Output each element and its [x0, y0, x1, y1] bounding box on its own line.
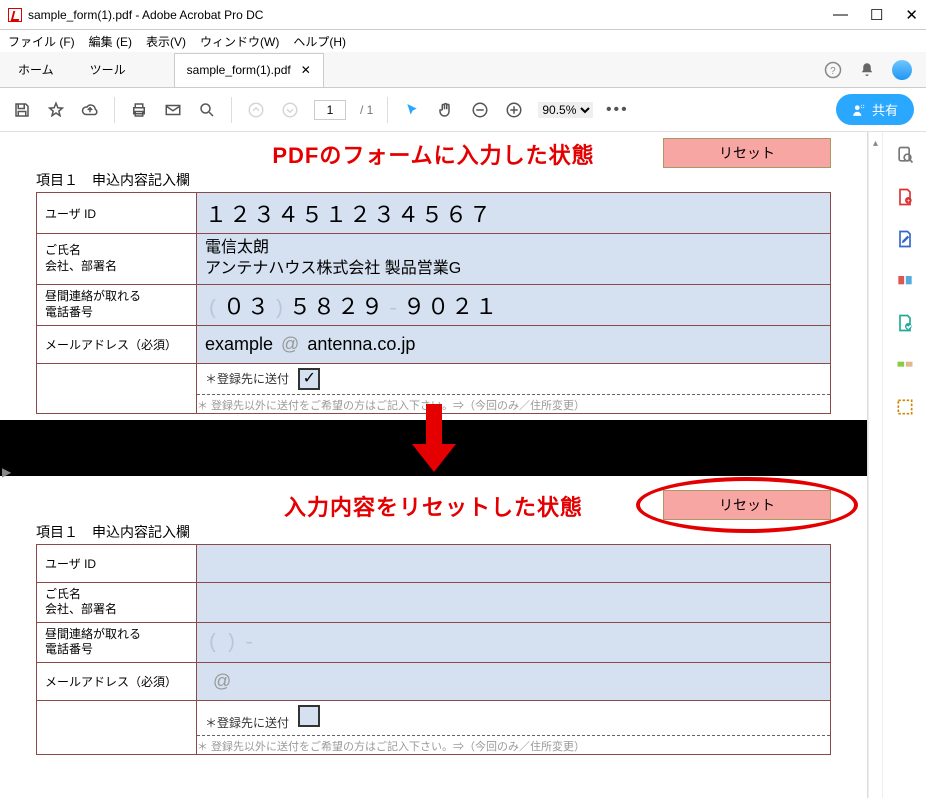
label-name: ご氏名会社、部署名	[37, 234, 197, 285]
zoom-in-icon[interactable]	[504, 100, 524, 120]
label-send: ＊登録先に送付	[205, 714, 295, 731]
tab-close-icon[interactable]: ✕	[301, 63, 311, 77]
note-text: ＊ 登録先以外に送付をご希望の方はご記入下さい。⇒（今回のみ／住所変更）	[197, 735, 830, 754]
create-pdf-icon[interactable]: +	[894, 186, 916, 208]
label-user-id: ユーザ ID	[37, 193, 197, 234]
field-name[interactable]: 電信太朗アンテナハウス株式会社 製品営業G	[197, 234, 831, 285]
field-email[interactable]: example@antenna.co.jp	[197, 325, 831, 363]
checkbox-send[interactable]	[298, 705, 320, 727]
cloud-icon[interactable]	[80, 100, 100, 120]
field-user-id[interactable]: １２３４５１２３４５６７	[197, 193, 831, 234]
menu-bar: ファイル (F) 編集 (E) 表示(V) ウィンドウ(W) ヘルプ(H)	[0, 30, 926, 52]
field-phone[interactable]: ()-	[197, 622, 831, 662]
export-pdf-icon[interactable]	[894, 270, 916, 292]
tab-bar: ホーム ツール sample_form(1).pdf ✕ ?	[0, 52, 926, 88]
document-pane: ▶ PDFのフォームに入力した状態 リセット 項目１ 申込内容記入欄 ユーザ I…	[0, 132, 868, 798]
tab-tools[interactable]: ツール	[72, 52, 144, 87]
select-tool-icon[interactable]	[402, 100, 422, 120]
overflow-icon[interactable]: •••	[607, 100, 627, 120]
print-icon[interactable]	[129, 100, 149, 120]
app-icon	[8, 8, 22, 22]
section-title: 項目１ 申込内容記入欄	[36, 170, 831, 190]
window-titlebar: sample_form(1).pdf - Adobe Acrobat Pro D…	[0, 0, 926, 30]
menu-file[interactable]: ファイル (F)	[8, 33, 75, 50]
hand-tool-icon[interactable]	[436, 100, 456, 120]
reset-button[interactable]: リセット	[663, 138, 831, 168]
sign-icon[interactable]	[894, 396, 916, 418]
menu-help[interactable]: ヘルプ(H)	[293, 33, 346, 50]
zoom-out-icon[interactable]	[470, 100, 490, 120]
field-user-id[interactable]	[197, 544, 831, 582]
comment-icon[interactable]	[894, 354, 916, 376]
field-name[interactable]	[197, 582, 831, 622]
tab-document-label: sample_form(1).pdf	[187, 63, 291, 77]
scrollbar[interactable]: ▴	[868, 132, 882, 798]
minimize-button[interactable]: —	[833, 6, 848, 24]
page-total: / 1	[360, 103, 373, 117]
field-phone[interactable]: (０３)５８２９-９０２１	[197, 284, 831, 325]
label-email: メールアドレス（必須）	[37, 325, 197, 363]
window-title: sample_form(1).pdf - Adobe Acrobat Pro D…	[28, 8, 833, 22]
share-button[interactable]: 共有	[836, 94, 914, 125]
label-user-id: ユーザ ID	[37, 544, 197, 582]
organize-icon[interactable]	[894, 312, 916, 334]
page-number-input[interactable]	[314, 100, 346, 120]
page-down-icon[interactable]	[280, 100, 300, 120]
tab-home[interactable]: ホーム	[0, 52, 72, 87]
right-tool-rail: +	[882, 132, 926, 798]
mail-icon[interactable]	[163, 100, 183, 120]
label-phone: 昼間連絡が取れる電話番号	[37, 284, 197, 325]
divider-band	[0, 420, 867, 476]
label-phone: 昼間連絡が取れる電話番号	[37, 622, 197, 662]
search-icon[interactable]	[197, 100, 217, 120]
field-email[interactable]: @	[197, 662, 831, 700]
label-send: ＊登録先に送付	[205, 370, 295, 387]
tab-document[interactable]: sample_form(1).pdf ✕	[174, 53, 324, 87]
search-page-icon[interactable]	[894, 144, 916, 166]
menu-view[interactable]: 表示(V)	[146, 33, 186, 50]
document-toolbar: / 1 90.5% ••• 共有	[0, 88, 926, 132]
close-button[interactable]: ✕	[905, 6, 918, 24]
avatar[interactable]	[892, 60, 912, 80]
edit-pdf-icon[interactable]	[894, 228, 916, 250]
note-text: ＊ 登録先以外に送付をご希望の方はご記入下さい。⇒（今回のみ／住所変更）	[197, 394, 830, 413]
checkbox-send[interactable]: ✓	[298, 368, 320, 390]
bell-icon[interactable]	[858, 61, 876, 79]
share-label: 共有	[872, 100, 898, 119]
help-icon[interactable]: ?	[824, 61, 842, 79]
menu-window[interactable]: ウィンドウ(W)	[200, 33, 279, 50]
svg-text:+: +	[906, 198, 910, 205]
zoom-select[interactable]: 90.5%	[538, 102, 593, 118]
save-icon[interactable]	[12, 100, 32, 120]
label-name: ご氏名会社、部署名	[37, 582, 197, 622]
form-table-filled: ユーザ ID １２３４５１２３４５６７ ご氏名会社、部署名 電信太朗アンテナハウ…	[36, 192, 831, 414]
svg-text:?: ?	[830, 65, 836, 76]
label-email: メールアドレス（必須）	[37, 662, 197, 700]
menu-edit[interactable]: 編集 (E)	[89, 33, 132, 50]
page-up-icon[interactable]	[246, 100, 266, 120]
form-table-empty: ユーザ ID ご氏名会社、部署名 昼間連絡が取れる電話番号	[36, 544, 831, 755]
maximize-button[interactable]: ☐	[870, 6, 883, 24]
reset-button-highlighted[interactable]: リセット	[663, 490, 831, 520]
star-icon[interactable]	[46, 100, 66, 120]
